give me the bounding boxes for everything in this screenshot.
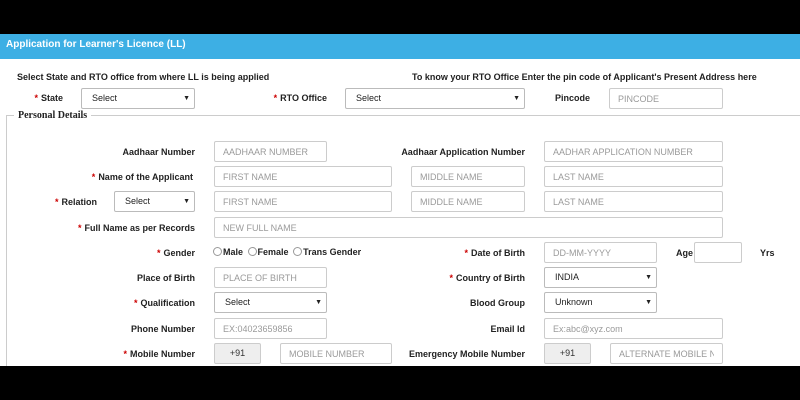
relation-middle-name-input[interactable]	[411, 191, 525, 212]
phone-number-input[interactable]	[214, 318, 327, 339]
caret-down-icon: ▼	[645, 274, 652, 281]
relation-select[interactable]: Select ▼	[114, 191, 195, 212]
age-unit-label: Yrs	[760, 248, 775, 258]
caret-down-icon: ▼	[183, 95, 190, 102]
radio-icon[interactable]	[293, 247, 303, 256]
gender-option-female[interactable]: Female	[247, 247, 289, 257]
state-select[interactable]: Select ▼	[81, 88, 195, 109]
state-label: * State	[34, 93, 63, 103]
gender-option-transgender[interactable]: Trans Gender	[293, 247, 361, 257]
relation-last-name-input[interactable]	[544, 191, 723, 212]
aadhaar-number-input[interactable]	[214, 141, 327, 162]
mobile-country-code: +91	[214, 343, 261, 364]
pincode-label: Pincode	[554, 93, 590, 103]
gender-label: * Gender	[156, 248, 195, 258]
caret-down-icon: ▼	[183, 198, 190, 205]
mobile-number-label: * Mobile Number	[123, 349, 195, 359]
intro-right-text: To know your RTO Office Enter the pin co…	[412, 72, 757, 82]
caret-down-icon: ▼	[513, 95, 520, 102]
place-of-birth-label: Place of Birth	[136, 273, 195, 283]
country-of-birth-label: * Country of Birth	[449, 273, 525, 283]
phone-number-label: Phone Number	[130, 324, 195, 334]
aadhaar-application-input[interactable]	[544, 141, 723, 162]
full-name-label: * Full Name as per Records	[77, 223, 195, 233]
place-of-birth-input[interactable]	[214, 267, 327, 288]
full-name-input[interactable]	[214, 217, 723, 238]
emergency-mobile-label: Emergency Mobile Number	[408, 349, 525, 359]
caret-down-icon: ▼	[315, 299, 322, 306]
qualification-select[interactable]: Select ▼	[214, 292, 327, 313]
intro-left-text: Select State and RTO office from where L…	[17, 72, 270, 82]
aadhaar-application-label: Aadhaar Application Number	[401, 147, 525, 157]
caret-down-icon: ▼	[645, 299, 652, 306]
email-label: Email Id	[490, 324, 525, 334]
learner-licence-form: Application for Learner's Licence (LL) S…	[0, 34, 800, 366]
form-title: Application for Learner's Licence (LL)	[0, 34, 800, 59]
middle-name-input[interactable]	[411, 166, 525, 187]
mobile-number-input[interactable]	[280, 343, 392, 364]
personal-details-legend: Personal Details	[14, 110, 92, 121]
aadhaar-number-label: Aadhaar Number	[122, 147, 195, 157]
emergency-mobile-input[interactable]	[610, 343, 723, 364]
first-name-input[interactable]	[214, 166, 392, 187]
relation-label: * Relation	[54, 197, 97, 207]
applicant-name-label: * Name of the Applicant	[91, 172, 193, 182]
radio-icon[interactable]	[247, 247, 257, 256]
rto-office-label: * RTO Office	[273, 93, 327, 103]
qualification-label: * Qualification	[133, 298, 195, 308]
gender-radio-group: Male Female Trans Gender	[213, 247, 363, 257]
pincode-input[interactable]	[609, 88, 723, 109]
rto-office-select[interactable]: Select ▼	[345, 88, 525, 109]
blood-group-select[interactable]: Unknown ▼	[544, 292, 657, 313]
emergency-country-code: +91	[544, 343, 591, 364]
relation-first-name-input[interactable]	[214, 191, 392, 212]
last-name-input[interactable]	[544, 166, 723, 187]
dob-input[interactable]	[544, 242, 657, 263]
country-of-birth-select[interactable]: INDIA ▼	[544, 267, 657, 288]
gender-option-male[interactable]: Male	[213, 247, 243, 257]
email-input[interactable]	[544, 318, 723, 339]
dob-label: * Date of Birth	[464, 248, 525, 258]
age-label: Age	[676, 248, 694, 258]
blood-group-label: Blood Group	[470, 298, 525, 308]
age-input[interactable]	[694, 242, 742, 263]
radio-icon[interactable]	[213, 247, 222, 256]
